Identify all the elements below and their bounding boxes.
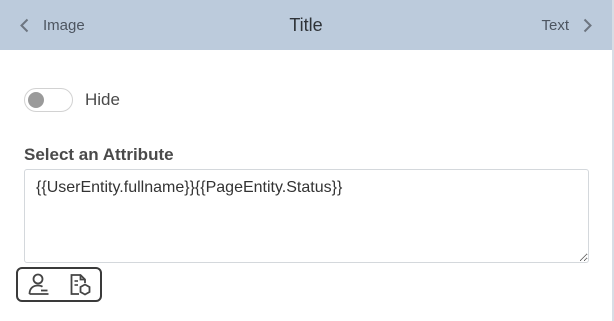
attribute-label: Select an Attribute [24, 145, 174, 164]
user-entity-icon [28, 273, 48, 295]
next-nav-label: Text [541, 16, 569, 34]
hide-toggle[interactable] [24, 88, 73, 112]
hide-toggle-label: Hide [85, 90, 120, 109]
prev-nav-button[interactable]: Image [0, 17, 85, 34]
user-entity-button[interactable] [24, 271, 54, 299]
next-nav-button[interactable]: Text [541, 17, 612, 34]
hide-toggle-row: Hide [24, 88, 120, 112]
attribute-textarea[interactable] [24, 169, 589, 263]
panel-header: Image Text Title [0, 0, 612, 50]
entity-toolbar [16, 267, 102, 302]
chevron-right-icon [583, 18, 592, 32]
chevron-left-icon [20, 18, 29, 32]
page-entity-button[interactable] [65, 271, 95, 299]
toggle-knob [28, 92, 44, 108]
panel-title: Title [289, 14, 323, 35]
page-entity-icon [70, 273, 90, 296]
prev-nav-label: Image [43, 16, 85, 34]
